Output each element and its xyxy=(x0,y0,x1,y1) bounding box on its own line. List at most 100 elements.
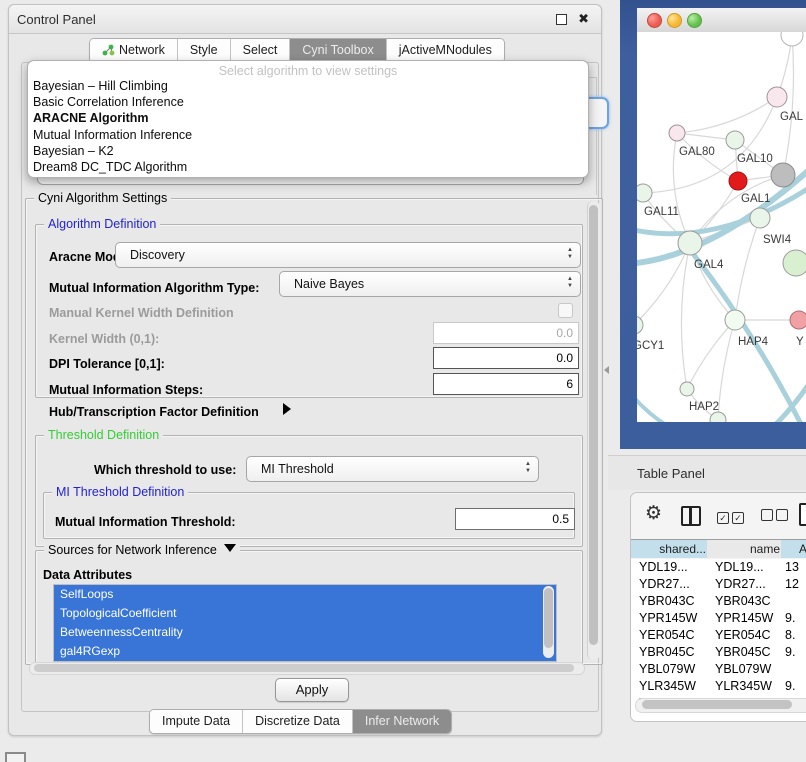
network-node[interactable] xyxy=(781,32,803,46)
network-node-gal1[interactable] xyxy=(729,172,747,190)
table-cell: YBR043C xyxy=(631,593,707,610)
table-cell xyxy=(781,593,806,610)
table-panel-title: Table Panel xyxy=(637,466,705,481)
close-traffic-light-icon[interactable] xyxy=(647,13,662,28)
minimized-panel-icon[interactable] xyxy=(5,752,26,762)
tab-select[interactable]: Select xyxy=(231,39,291,62)
algorithm-dropdown-prompt: Select algorithm to view settings xyxy=(28,61,588,78)
network-edge xyxy=(687,320,735,389)
network-node-gal[interactable] xyxy=(767,87,787,107)
network-node[interactable] xyxy=(783,250,806,276)
which-threshold-combo[interactable]: MI Threshold ▲▼ xyxy=(246,456,539,482)
dpi-tolerance-label: DPI Tolerance [0,1]: xyxy=(49,357,165,371)
mi-threshold-field[interactable]: 0.5 xyxy=(455,508,575,530)
export-table-icon[interactable] xyxy=(799,503,806,526)
table-row[interactable]: YBL079WYBL079W xyxy=(631,661,806,678)
table-row[interactable]: YDL19...YDL19...13 xyxy=(631,559,806,576)
tab-style[interactable]: Style xyxy=(178,39,231,62)
table-row[interactable]: YBR043CYBR043C xyxy=(631,593,806,610)
network-node-y[interactable] xyxy=(790,311,806,329)
algorithm-option[interactable]: Bayesian – K2 xyxy=(28,143,588,159)
mi-type-combo[interactable]: Naive Bayes ▲▼ xyxy=(279,271,581,297)
gear-icon[interactable]: ⚙ xyxy=(645,504,662,523)
network-node-label: HAP2 xyxy=(689,401,719,413)
network-node-gal11[interactable] xyxy=(637,184,652,202)
network-node[interactable] xyxy=(771,163,795,187)
float-window-icon[interactable] xyxy=(556,14,567,25)
algorithm-option[interactable]: Mutual Information Inference xyxy=(28,127,588,143)
network-node-hap4[interactable] xyxy=(725,310,745,330)
network-edge xyxy=(718,320,735,420)
table-row[interactable]: YLR345WYLR345W9. xyxy=(631,678,806,695)
algorithm-option[interactable]: Bayesian – Hill Climbing xyxy=(28,78,588,94)
network-node[interactable] xyxy=(710,412,726,422)
column-header-shared[interactable]: shared... xyxy=(631,540,713,558)
table-toolbar: ⚙ ✓✓ xyxy=(631,493,806,539)
sources-group-title: Sources for Network Inference xyxy=(44,543,240,557)
collapsed-arrow-icon[interactable] xyxy=(283,403,291,415)
table-cell: 9. xyxy=(781,610,806,627)
which-threshold-label: Which threshold to use: xyxy=(94,463,236,477)
settings-horizontal-scrollbar[interactable] xyxy=(29,662,585,675)
mi-type-label: Mutual Information Algorithm Type: xyxy=(49,281,259,295)
split-view-icon[interactable] xyxy=(681,506,701,526)
manual-kernel-label: Manual Kernel Width Definition xyxy=(49,306,234,320)
attribute-list-item[interactable]: BetweennessCentrality xyxy=(54,623,556,642)
column-header-a[interactable]: A xyxy=(781,540,806,558)
table-row[interactable]: YDR27...YDR27...12 xyxy=(631,576,806,593)
algorithm-definition-title: Algorithm Definition xyxy=(44,217,160,231)
network-canvas[interactable]: GALGAL80GAL10GAL1GAL11SWI4GAL4GCY1HAP4YH… xyxy=(637,32,806,422)
manual-kernel-checkbox[interactable] xyxy=(558,303,573,318)
bottom-tab-impute-data[interactable]: Impute Data xyxy=(150,710,243,733)
network-node-hap2[interactable] xyxy=(680,382,694,396)
table-cell: YBL079W xyxy=(631,661,707,678)
algorithm-option[interactable]: Basic Correlation Inference xyxy=(28,94,588,110)
algorithm-dropdown-popup: Select algorithm to view settings Bayesi… xyxy=(27,60,589,178)
table-cell: YLR345W xyxy=(631,678,707,695)
mi-threshold-label: Mutual Information Threshold: xyxy=(55,515,236,529)
table-cell: 12 xyxy=(781,576,806,593)
network-node-gal10[interactable] xyxy=(726,131,744,149)
aracne-mode-combo[interactable]: Discovery ▲▼ xyxy=(115,242,581,268)
algorithm-option[interactable]: Dream8 DC_TDC Algorithm xyxy=(28,159,588,175)
table-cell: 9. xyxy=(781,678,806,695)
hub-definition-toggle[interactable]: Hub/Transcription Factor Definition xyxy=(49,405,259,419)
select-all-columns-icon[interactable]: ✓✓ xyxy=(717,508,747,526)
mi-threshold-group-title: MI Threshold Definition xyxy=(52,485,188,499)
network-node-gal4[interactable] xyxy=(678,231,702,255)
table-row[interactable]: YBR045CYBR045C9. xyxy=(631,644,806,661)
screenshot-root: Control Panel ✖ NetworkStyleSelectCyni T… xyxy=(0,0,806,762)
column-header-name[interactable]: name xyxy=(707,540,787,558)
network-node-swi4[interactable] xyxy=(750,208,770,228)
zoom-traffic-light-icon[interactable] xyxy=(687,13,702,28)
kernel-width-field[interactable]: 0.0 xyxy=(433,322,579,344)
table-row[interactable]: YER054CYER054C8. xyxy=(631,627,806,644)
bottom-tab-infer-network[interactable]: Infer Network xyxy=(353,710,451,733)
mi-steps-field[interactable]: 6 xyxy=(433,373,579,395)
network-node-label: GAL xyxy=(780,111,804,123)
tab-network[interactable]: Network xyxy=(90,39,178,62)
attribute-list-item[interactable]: gal4RGexp xyxy=(54,642,556,661)
table-horizontal-scrollbar[interactable] xyxy=(635,698,806,713)
apply-button[interactable]: Apply xyxy=(275,678,349,702)
panel-divider-collapse-icon[interactable] xyxy=(604,366,609,374)
deselect-all-columns-icon[interactable] xyxy=(761,508,791,526)
table-cell: YDL19... xyxy=(707,559,781,576)
threshold-definition-title: Threshold Definition xyxy=(44,428,163,442)
network-node-gal80[interactable] xyxy=(669,125,685,141)
table-cell: 8. xyxy=(781,627,806,644)
expanded-arrow-icon[interactable] xyxy=(224,544,236,552)
attribute-list-item[interactable]: TopologicalCoefficient xyxy=(54,604,556,623)
close-icon[interactable]: ✖ xyxy=(578,11,589,27)
table-row[interactable]: YPR145WYPR145W9. xyxy=(631,610,806,627)
bottom-tab-discretize-data[interactable]: Discretize Data xyxy=(243,710,353,733)
algorithm-option[interactable]: ARACNE Algorithm xyxy=(28,110,588,126)
tab-cyni-toolbox[interactable]: Cyni Toolbox xyxy=(290,39,386,62)
network-node-gcy1[interactable] xyxy=(637,316,643,334)
settings-vertical-scrollbar[interactable] xyxy=(587,201,600,660)
tab-jactivemnodules[interactable]: jActiveMNodules xyxy=(387,39,504,62)
minimize-traffic-light-icon[interactable] xyxy=(667,13,682,28)
attribute-list-item[interactable]: SelfLoops xyxy=(54,585,556,604)
attributes-vertical-scrollbar[interactable] xyxy=(543,586,554,658)
dpi-tolerance-field[interactable]: 0.0 xyxy=(433,347,579,369)
